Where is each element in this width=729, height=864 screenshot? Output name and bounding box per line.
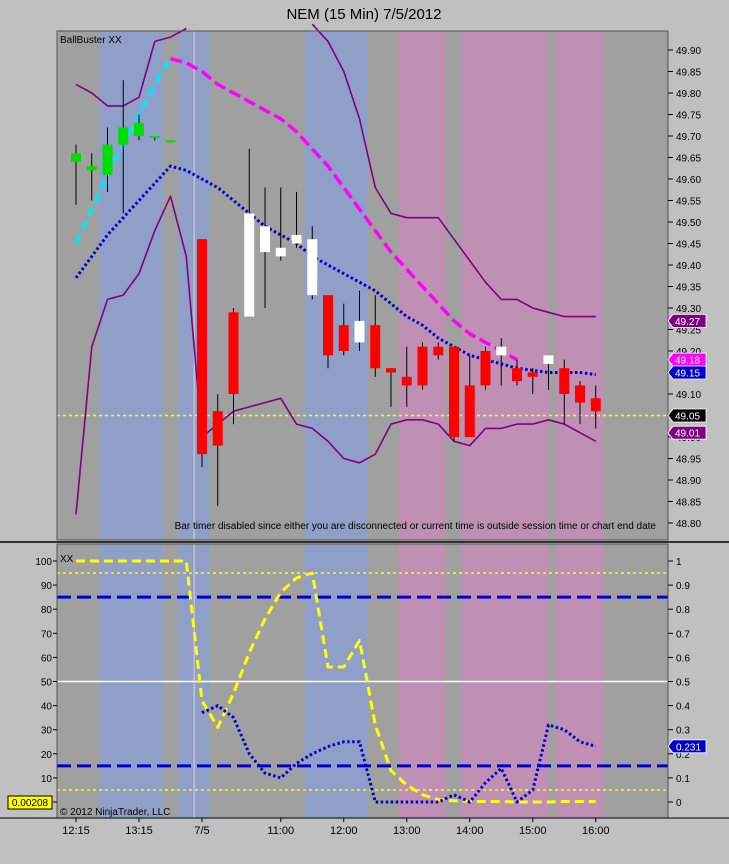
time-axis-label: 7/5	[194, 825, 209, 837]
candle-body	[275, 247, 286, 257]
indicator-left-tick-label: 90	[41, 581, 53, 592]
indicator-right-tick-label: 1	[676, 557, 682, 568]
candle-body	[165, 140, 176, 143]
candle-body	[512, 368, 522, 382]
candle-body	[71, 153, 81, 162]
candle-body	[212, 411, 223, 446]
candle-body	[134, 123, 144, 136]
price-marker-label: 49.01	[675, 429, 700, 440]
candle-body	[417, 346, 428, 386]
indicator-right-tick-label: 0.4	[676, 702, 690, 713]
candle-body	[307, 239, 318, 296]
indicator-left-tick-label: 80	[41, 605, 53, 616]
candle-body	[464, 385, 475, 437]
price-marker-label: 49.15	[675, 369, 700, 380]
price-axis-tick-label: 48.80	[676, 519, 701, 530]
price-marker-label: 49.27	[675, 317, 700, 328]
candle-body	[354, 320, 365, 343]
time-axis-label: 11:00	[267, 825, 294, 837]
candle-body	[86, 166, 97, 171]
indicator-right-tick-label: 0.7	[676, 629, 690, 640]
indicator-value-box-label: 0.00208	[12, 798, 49, 809]
price-axis-tick-label: 48.85	[676, 498, 701, 509]
indicator-left-tick-label: 100	[35, 557, 52, 568]
candle-body	[228, 312, 239, 394]
candle-body	[496, 346, 507, 356]
indicator-left-tick-label: 30	[41, 726, 53, 737]
bar-timer-notice: Bar timer disabled since either you are …	[175, 521, 657, 532]
price-axis-tick-label: 49.50	[676, 218, 701, 229]
time-axis-label: 13:15	[125, 825, 153, 837]
indicator-right-tick-label: 0.3	[676, 726, 690, 737]
price-axis-tick-label: 48.95	[676, 455, 701, 466]
price-axis-tick-label: 49.40	[676, 261, 701, 272]
candle-body	[291, 234, 302, 244]
time-axis-label: 13:00	[393, 825, 421, 837]
candle-body	[197, 239, 207, 455]
indicator-left-tick-label: 50	[41, 678, 53, 689]
candle-body	[149, 136, 160, 138]
candle-body	[370, 325, 381, 369]
price-axis-tick-label: 49.60	[676, 175, 701, 186]
candle-body	[401, 376, 412, 386]
price-axis-tick-label: 49.65	[676, 154, 701, 165]
copyright: © 2012 NinjaTrader, LLC	[60, 807, 170, 818]
candle-body	[433, 346, 444, 356]
indicator-right-tick-label: 0.9	[676, 581, 690, 592]
candle-body	[480, 351, 491, 386]
time-axis-label: 12:00	[330, 825, 358, 837]
candle-body	[543, 355, 554, 364]
indicator-left-tick-label: 70	[41, 629, 53, 640]
price-axis-tick-label: 49.55	[676, 197, 701, 208]
price-session-band	[556, 31, 604, 540]
candle-body	[244, 213, 255, 317]
price-session-band	[461, 31, 525, 540]
price-axis-tick-label: 49.35	[676, 283, 701, 294]
indicator-label: XX	[60, 554, 74, 565]
time-axis-label: 12:15	[62, 825, 90, 837]
indicator-right-tick-label: 0.5	[676, 678, 690, 689]
price-marker-label: 49.05	[675, 412, 700, 423]
candle-body	[102, 144, 113, 175]
price-axis-tick-label: 49.85	[676, 68, 701, 79]
indicator-left-tick-label: 10	[41, 774, 53, 785]
time-axis-label: 16:00	[582, 825, 610, 837]
indicator-right-tick-label: 0.6	[676, 653, 690, 664]
price-axis-tick-label: 48.90	[676, 476, 701, 487]
chart: NEM (15 Min) 7/5/2012 BallBuster XX Bar …	[0, 0, 729, 864]
time-axis-label: 14:00	[456, 825, 484, 837]
price-axis-tick-label: 49.80	[676, 89, 701, 100]
candle-body	[338, 325, 349, 351]
candle-body	[527, 372, 538, 377]
price-axis-tick-label: 49.10	[676, 390, 701, 401]
indicator-right-tick-label: 0.1	[676, 774, 690, 785]
chart-title: NEM (15 Min) 7/5/2012	[286, 6, 441, 23]
candle-body	[118, 127, 129, 145]
price-indicator-label: BallBuster XX	[60, 35, 122, 46]
indicator-current-label: 0.231	[676, 742, 701, 753]
candle-body	[575, 385, 585, 403]
candle-body	[590, 398, 601, 412]
price-axis-tick-label: 49.75	[676, 111, 701, 122]
price-axis-tick-label: 49.30	[676, 304, 701, 315]
candle-body	[559, 368, 570, 394]
indicator-right-tick-label: 0.8	[676, 605, 690, 616]
candle-body	[449, 346, 459, 437]
indicator-left-tick-label: 60	[41, 653, 53, 664]
price-session-band	[524, 31, 549, 540]
price-axis-tick-label: 49.90	[676, 46, 701, 57]
time-axis-label: 15:00	[519, 825, 547, 837]
price-axis-tick-label: 49.70	[676, 132, 701, 143]
indicator-left-tick-label: 40	[41, 702, 53, 713]
price-marker-label: 49.18	[675, 356, 700, 367]
candle-body	[323, 295, 333, 356]
candle-body	[386, 368, 396, 373]
candle-body	[260, 226, 270, 253]
price-axis-tick-label: 49.45	[676, 240, 701, 251]
indicator-right-tick-label: 0	[676, 798, 682, 809]
indicator-left-tick-label: 20	[41, 750, 53, 761]
